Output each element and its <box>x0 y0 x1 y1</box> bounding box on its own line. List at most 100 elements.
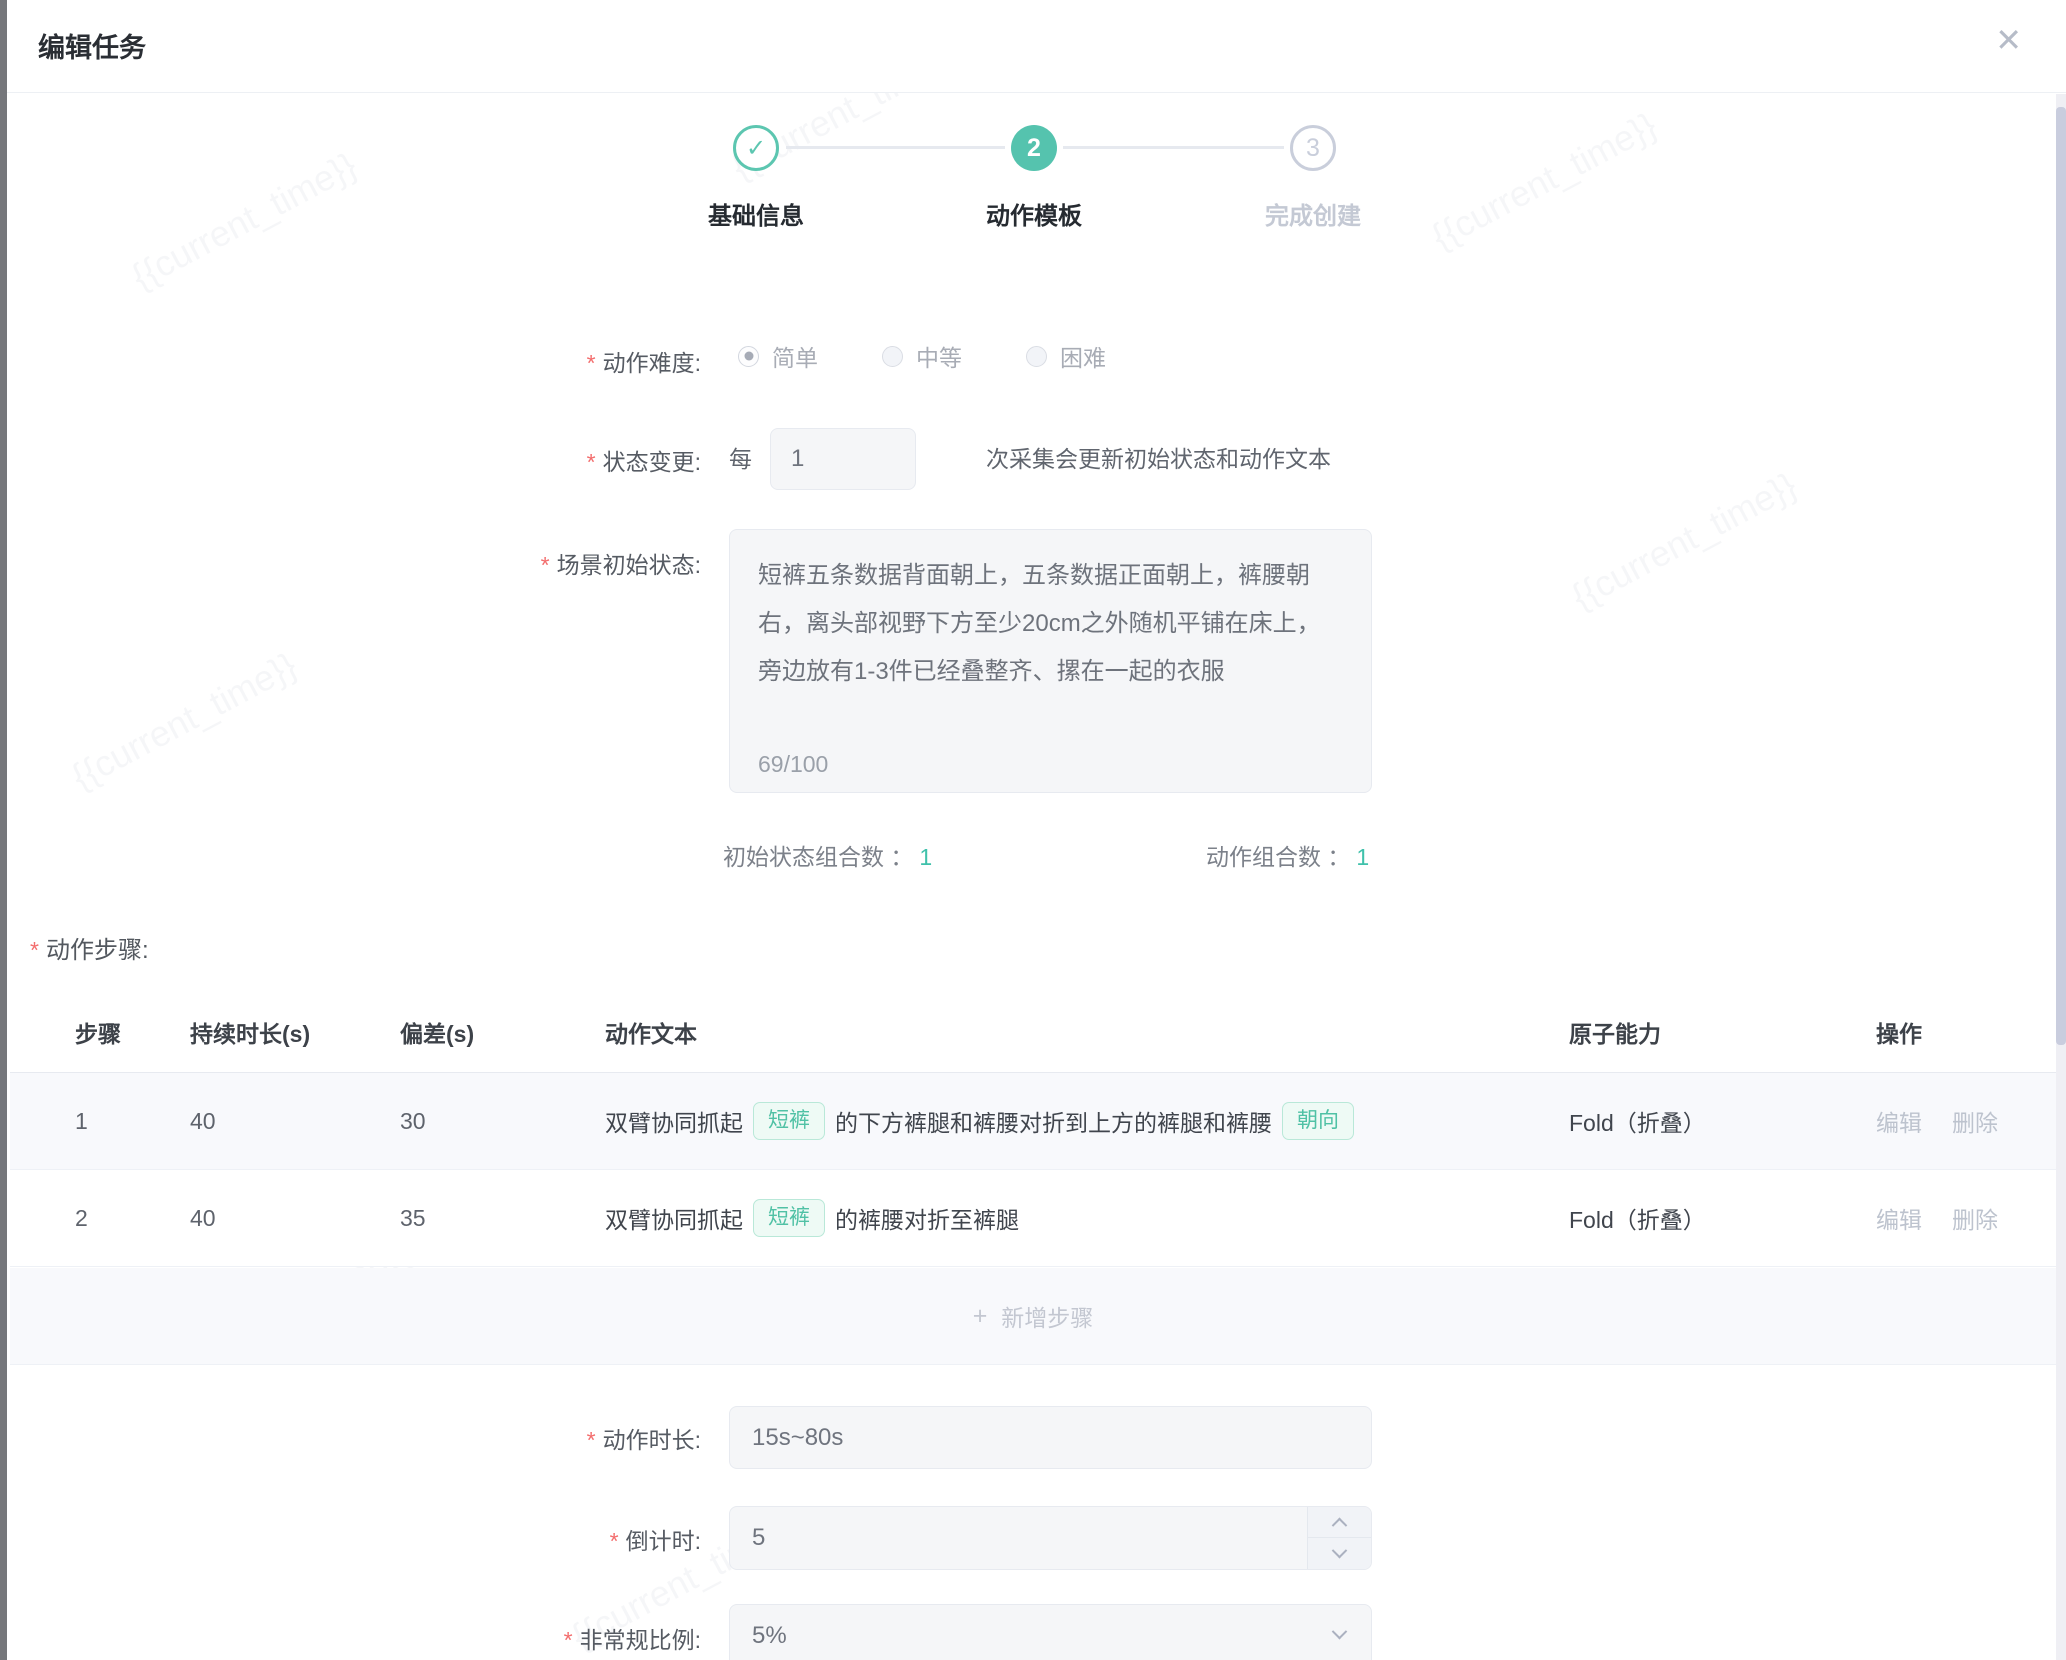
cell-step: 1 <box>75 1073 88 1169</box>
cell-action-text: 双臂协同抓起 短裤 的下方裤腿和裤腰对折到上方的裤腿和裤腰 朝向 <box>605 1073 1364 1169</box>
radio-button-icon <box>1026 346 1047 367</box>
difficulty-label: *动作难度: <box>350 344 701 378</box>
col-ability: 原子能力 <box>1569 992 1661 1072</box>
edit-task-dialog: {{current_time}} {{current_time}} {{curr… <box>0 0 2066 1660</box>
unusual-ratio-select[interactable]: 5% <box>729 1604 1372 1660</box>
initial-combo-count: 初始状态组合数 ：1 <box>723 838 932 872</box>
chevron-down-icon <box>1332 1624 1348 1640</box>
orientation-tag: 朝向 <box>1282 1102 1354 1139</box>
initial-combo-label: 初始状态组合数 ： <box>723 844 913 870</box>
scrollbar-track[interactable] <box>2056 94 2066 1660</box>
radio-label: 困难 <box>1060 339 1106 373</box>
cell-duration: 40 <box>190 1170 216 1266</box>
countdown-field <box>729 1506 1372 1570</box>
state-change-label: *状态变更: <box>350 443 701 477</box>
radio-hard[interactable]: 困难 <box>1026 339 1106 373</box>
object-tag: 短裤 <box>753 1102 825 1139</box>
scrollbar-thumb[interactable] <box>2056 107 2066 1045</box>
watermark-text: {{current_time}} <box>1425 104 1664 258</box>
countdown-input[interactable] <box>730 1507 1371 1569</box>
difficulty-radio-group: 简单 中等 困难 <box>738 334 1170 378</box>
state-change-input[interactable] <box>770 428 916 490</box>
dialog-header: 编辑任务 ✕ <box>7 0 2066 93</box>
radio-simple[interactable]: 简单 <box>738 339 818 373</box>
add-step-button[interactable]: + 新增步骤 <box>10 1268 2056 1365</box>
required-asterisk: * <box>587 350 596 376</box>
required-asterisk: * <box>610 1528 619 1554</box>
plus-icon: + <box>973 1302 988 1331</box>
step-connector <box>786 146 1005 149</box>
cell-duration: 40 <box>190 1073 216 1169</box>
required-asterisk: * <box>587 449 596 475</box>
action-text: 双臂协同抓起 <box>605 1201 743 1235</box>
cell-action-text: 双臂协同抓起 短裤 的裤腰对折至裤腿 <box>605 1170 1019 1266</box>
delete-link[interactable]: 删除 <box>1952 1201 1998 1235</box>
edit-link[interactable]: 编辑 <box>1876 1104 1922 1138</box>
step-2-circle: 2 <box>1011 125 1057 171</box>
radio-medium[interactable]: 中等 <box>882 339 962 373</box>
step-1-label: 基础信息 <box>708 196 804 231</box>
initial-state-field: 短裤五条数据背面朝上，五条数据正面朝上，裤腰朝右，离头部视野下方至少20cm之外… <box>729 529 1372 793</box>
col-deviation: 偏差(s) <box>400 992 474 1072</box>
dialog-title: 编辑任务 <box>38 26 146 65</box>
cell-ability: Fold（折叠） <box>1569 1170 1706 1266</box>
radio-button-icon <box>882 346 903 367</box>
cell-operations: 编辑 删除 <box>1876 1073 2028 1169</box>
watermark-text: {{current_time}} <box>125 144 364 298</box>
watermark-text: {{current_time}} <box>1565 464 1804 618</box>
page-edge-strip <box>0 0 7 1660</box>
decrement-button[interactable] <box>1308 1538 1371 1569</box>
object-tag: 短裤 <box>753 1199 825 1236</box>
chevron-down-icon <box>1332 1543 1348 1559</box>
cell-operations: 编辑 删除 <box>1876 1170 2028 1266</box>
action-combo-label: 动作组合数 ： <box>1206 844 1350 870</box>
edit-link[interactable]: 编辑 <box>1876 1201 1922 1235</box>
col-operations: 操作 <box>1876 992 1922 1072</box>
number-spinner <box>1307 1507 1371 1569</box>
step-3-label: 完成创建 <box>1265 196 1361 231</box>
state-change-prefix: 每 <box>729 428 752 490</box>
close-icon[interactable]: ✕ <box>1995 24 2022 56</box>
table-row: 2 40 35 双臂协同抓起 短裤 的裤腰对折至裤腿 Fold（折叠） 编辑 删… <box>10 1170 2056 1267</box>
action-text: 双臂协同抓起 <box>605 1104 743 1138</box>
select-value: 5% <box>730 1622 787 1650</box>
initial-state-label: *场景初始状态: <box>350 546 701 580</box>
required-asterisk: * <box>541 552 550 578</box>
add-step-label: 新增步骤 <box>1001 1299 1093 1333</box>
action-duration-input[interactable] <box>729 1406 1372 1469</box>
delete-link[interactable]: 删除 <box>1952 1104 1998 1138</box>
col-step: 步骤 <box>75 992 121 1072</box>
required-asterisk: * <box>564 1627 573 1653</box>
countdown-label: *倒计时: <box>350 1522 701 1556</box>
required-asterisk: * <box>30 937 39 963</box>
radio-label: 中等 <box>916 339 962 373</box>
step-connector <box>1063 146 1284 149</box>
state-change-suffix: 次采集会更新初始状态和动作文本 <box>986 428 1331 490</box>
col-action-text: 动作文本 <box>605 992 697 1072</box>
radio-button-icon <box>738 346 759 367</box>
cell-deviation: 30 <box>400 1073 426 1169</box>
table-row: 1 40 30 双臂协同抓起 短裤 的下方裤腿和裤腰对折到上方的裤腿和裤腰 朝向… <box>10 1073 2056 1170</box>
action-text: 的下方裤腿和裤腰对折到上方的裤腿和裤腰 <box>835 1104 1272 1138</box>
action-duration-label: *动作时长: <box>350 1421 701 1455</box>
initial-combo-value: 1 <box>919 844 932 870</box>
cell-deviation: 35 <box>400 1170 426 1266</box>
step-1-check-icon: ✓ <box>733 125 779 171</box>
col-duration: 持续时长(s) <box>190 992 310 1072</box>
cell-ability: Fold（折叠） <box>1569 1073 1706 1169</box>
radio-label: 简单 <box>772 339 818 373</box>
table-header: 步骤 持续时长(s) 偏差(s) 动作文本 原子能力 操作 <box>10 992 2056 1073</box>
unusual-ratio-label: *非常规比例: <box>350 1621 701 1655</box>
cell-step: 2 <box>75 1170 88 1266</box>
action-combo-count: 动作组合数 ：1 <box>1206 838 1369 872</box>
step-3-circle: 3 <box>1290 125 1336 171</box>
char-counter: 69/100 <box>758 751 828 778</box>
required-asterisk: * <box>587 1427 596 1453</box>
action-steps-label: *动作步骤: <box>30 930 149 965</box>
increment-button[interactable] <box>1308 1507 1371 1538</box>
chevron-up-icon <box>1332 1517 1348 1533</box>
watermark-text: {{current_time}} <box>65 644 304 798</box>
step-2-label: 动作模板 <box>986 196 1082 231</box>
action-combo-value: 1 <box>1356 844 1369 870</box>
action-text: 的裤腰对折至裤腿 <box>835 1201 1019 1235</box>
